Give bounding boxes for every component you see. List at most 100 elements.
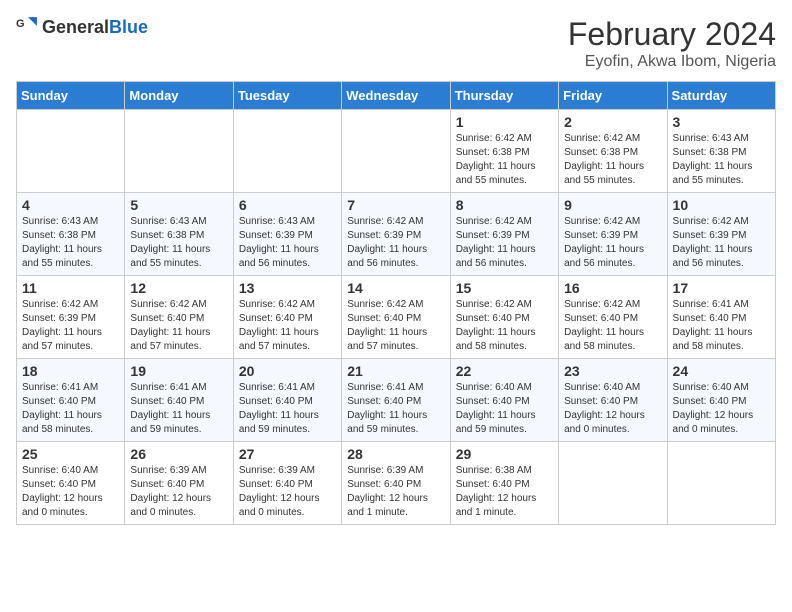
generalblue-logo-icon: G [16,16,38,38]
day-number: 4 [22,197,119,213]
calendar-week-row: 25Sunrise: 6:40 AM Sunset: 6:40 PM Dayli… [17,442,776,525]
calendar-header-tuesday: Tuesday [233,82,341,110]
day-number: 15 [456,280,553,296]
day-info: Sunrise: 6:42 AM Sunset: 6:40 PM Dayligh… [130,298,227,354]
calendar-cell: 15 Sunrise: 6:42 AM Sunset: 6:40 PM Dayli… [450,276,558,359]
calendar-cell [342,110,450,193]
day-info: Sunrise: 6:42 AM Sunset: 6:38 PM Dayligh… [564,132,661,188]
calendar-cell: 17 Sunrise: 6:41 AM Sunset: 6:40 PM Dayli… [667,276,775,359]
calendar-cell: 2 Sunrise: 6:42 AM Sunset: 6:38 PM Daylig… [559,110,667,193]
calendar-header-saturday: Saturday [667,82,775,110]
calendar-cell: 29 Sunrise: 6:38 AM Sunset: 6:40 PM Dayli… [450,442,558,525]
calendar-cell [233,110,341,193]
day-info: Sunrise: 6:42 AM Sunset: 6:40 PM Dayligh… [564,298,661,354]
day-number: 26 [130,446,227,462]
calendar-header-monday: Monday [125,82,233,110]
calendar-header-wednesday: Wednesday [342,82,450,110]
calendar-cell: 13Sunrise: 6:42 AM Sunset: 6:40 PM Dayli… [233,276,341,359]
day-number: 16 [564,280,661,296]
calendar-cell: 20 Sunrise: 6:41 AM Sunset: 6:40 PM Dayli… [233,359,341,442]
logo-general-text: General [42,17,109,37]
day-number: 19 [130,363,227,379]
month-title: February 2024 [568,16,776,53]
calendar-cell [667,442,775,525]
day-number: 7 [347,197,444,213]
calendar-cell: 19 Sunrise: 6:41 AM Sunset: 6:40 PM Dayli… [125,359,233,442]
calendar-header-thursday: Thursday [450,82,558,110]
day-number: 1 [456,114,553,130]
day-info: Sunrise: 6:42 AM Sunset: 6:40 PM Dayligh… [347,298,444,354]
day-number: 28 [347,446,444,462]
day-number: 24 [673,363,770,379]
calendar-table: SundayMondayTuesdayWednesdayThursdayFrid… [16,81,776,525]
calendar-cell: 1 Sunrise: 6:42 AM Sunset: 6:38 PM Daylig… [450,110,558,193]
calendar-cell: 24 Sunrise: 6:40 AM Sunset: 6:40 PM Dayli… [667,359,775,442]
day-info: Sunrise: 6:41 AM Sunset: 6:40 PM Dayligh… [347,381,444,437]
day-info: Sunrise: 6:39 AM Sunset: 6:40 PM Dayligh… [130,464,227,520]
day-number: 29 [456,446,553,462]
title-area: February 2024 Eyofin, Akwa Ibom, Nigeria [568,16,776,71]
day-number: 5 [130,197,227,213]
calendar-cell: 11 Sunrise: 6:42 AM Sunset: 6:39 PM Dayli… [17,276,125,359]
calendar-cell [17,110,125,193]
calendar-cell: 5 Sunrise: 6:43 AM Sunset: 6:38 PM Daylig… [125,193,233,276]
calendar-cell: 9Sunrise: 6:42 AM Sunset: 6:39 PM Daylig… [559,193,667,276]
day-info: Sunrise: 6:42 AM Sunset: 6:38 PM Dayligh… [456,132,553,188]
day-info: Sunrise: 6:39 AM Sunset: 6:40 PM Dayligh… [239,464,336,520]
day-info: Sunrise: 6:43 AM Sunset: 6:38 PM Dayligh… [22,215,119,271]
calendar-header-friday: Friday [559,82,667,110]
day-number: 17 [673,280,770,296]
calendar-week-row: 4 Sunrise: 6:43 AM Sunset: 6:38 PM Daylig… [17,193,776,276]
day-number: 27 [239,446,336,462]
calendar-week-row: 1 Sunrise: 6:42 AM Sunset: 6:38 PM Daylig… [17,110,776,193]
day-info: Sunrise: 6:38 AM Sunset: 6:40 PM Dayligh… [456,464,553,520]
day-info: Sunrise: 6:40 AM Sunset: 6:40 PM Dayligh… [673,381,770,437]
calendar-cell: 12 Sunrise: 6:42 AM Sunset: 6:40 PM Dayli… [125,276,233,359]
day-info: Sunrise: 6:42 AM Sunset: 6:39 PM Dayligh… [347,215,444,271]
day-number: 14 [347,280,444,296]
calendar-cell: 6 Sunrise: 6:43 AM Sunset: 6:39 PM Daylig… [233,193,341,276]
calendar-cell: 14 Sunrise: 6:42 AM Sunset: 6:40 PM Dayli… [342,276,450,359]
day-number: 18 [22,363,119,379]
day-number: 23 [564,363,661,379]
calendar-cell: 23Sunrise: 6:40 AM Sunset: 6:40 PM Dayli… [559,359,667,442]
day-info: Sunrise: 6:41 AM Sunset: 6:40 PM Dayligh… [130,381,227,437]
day-info: Sunrise: 6:40 AM Sunset: 6:40 PM Dayligh… [22,464,119,520]
day-info: Sunrise: 6:43 AM Sunset: 6:38 PM Dayligh… [673,132,770,188]
calendar-cell: 25Sunrise: 6:40 AM Sunset: 6:40 PM Dayli… [17,442,125,525]
day-number: 20 [239,363,336,379]
calendar-header-sunday: Sunday [17,82,125,110]
calendar-cell: 7 Sunrise: 6:42 AM Sunset: 6:39 PM Daylig… [342,193,450,276]
day-info: Sunrise: 6:42 AM Sunset: 6:40 PM Dayligh… [456,298,553,354]
day-number: 12 [130,280,227,296]
day-number: 2 [564,114,661,130]
day-number: 11 [22,280,119,296]
svg-text:G: G [16,18,25,30]
location-title: Eyofin, Akwa Ibom, Nigeria [568,53,776,71]
calendar-cell: 22Sunrise: 6:40 AM Sunset: 6:40 PM Dayli… [450,359,558,442]
calendar-cell: 28Sunrise: 6:39 AM Sunset: 6:40 PM Dayli… [342,442,450,525]
day-info: Sunrise: 6:42 AM Sunset: 6:40 PM Dayligh… [239,298,336,354]
calendar-cell [125,110,233,193]
calendar-cell: 3Sunrise: 6:43 AM Sunset: 6:38 PM Daylig… [667,110,775,193]
day-info: Sunrise: 6:42 AM Sunset: 6:39 PM Dayligh… [564,215,661,271]
calendar-header-row: SundayMondayTuesdayWednesdayThursdayFrid… [17,82,776,110]
day-info: Sunrise: 6:43 AM Sunset: 6:39 PM Dayligh… [239,215,336,271]
day-info: Sunrise: 6:43 AM Sunset: 6:38 PM Dayligh… [130,215,227,271]
day-number: 6 [239,197,336,213]
day-info: Sunrise: 6:41 AM Sunset: 6:40 PM Dayligh… [673,298,770,354]
calendar-cell: 21Sunrise: 6:41 AM Sunset: 6:40 PM Dayli… [342,359,450,442]
day-info: Sunrise: 6:42 AM Sunset: 6:39 PM Dayligh… [22,298,119,354]
calendar-cell: 18Sunrise: 6:41 AM Sunset: 6:40 PM Dayli… [17,359,125,442]
day-info: Sunrise: 6:40 AM Sunset: 6:40 PM Dayligh… [456,381,553,437]
calendar-cell [559,442,667,525]
calendar-cell: 26 Sunrise: 6:39 AM Sunset: 6:40 PM Dayli… [125,442,233,525]
day-info: Sunrise: 6:41 AM Sunset: 6:40 PM Dayligh… [239,381,336,437]
day-number: 10 [673,197,770,213]
day-number: 8 [456,197,553,213]
calendar-cell: 16 Sunrise: 6:42 AM Sunset: 6:40 PM Dayli… [559,276,667,359]
calendar-cell: 4 Sunrise: 6:43 AM Sunset: 6:38 PM Daylig… [17,193,125,276]
day-info: Sunrise: 6:42 AM Sunset: 6:39 PM Dayligh… [673,215,770,271]
calendar-week-row: 11 Sunrise: 6:42 AM Sunset: 6:39 PM Dayli… [17,276,776,359]
page-header: G GeneralBlue February 2024 Eyofin, Akwa… [16,16,776,71]
